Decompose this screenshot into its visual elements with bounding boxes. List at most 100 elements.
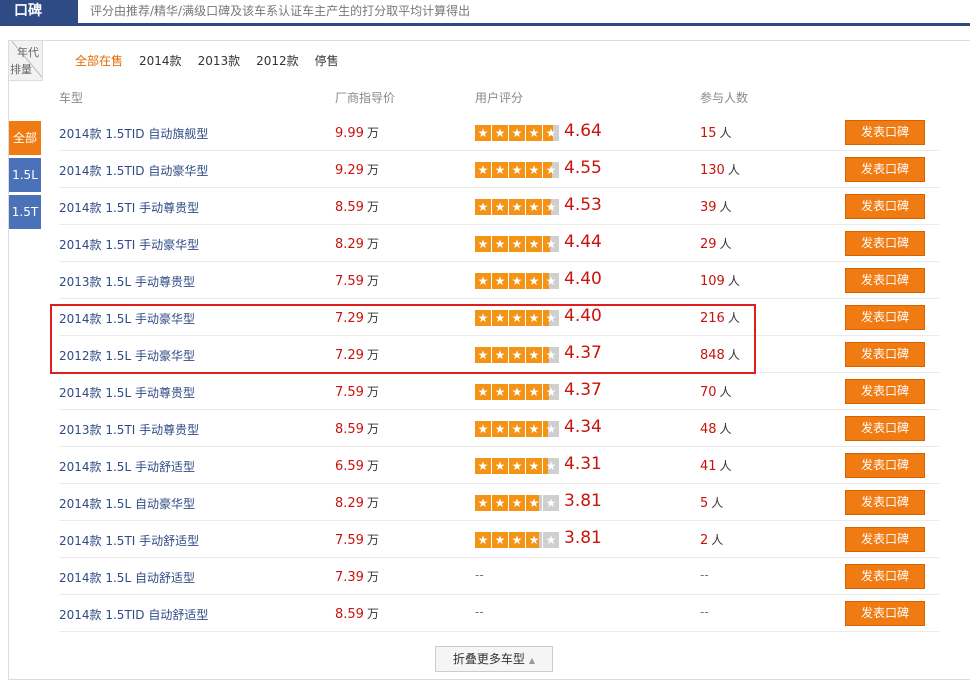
price-unit: 万 — [366, 126, 379, 140]
write-review-button[interactable]: 发表口碑 — [845, 342, 925, 367]
price: 8.29 万 — [335, 494, 379, 511]
model-name-link[interactable]: 2013款 1.5TI 手动尊贵型 — [59, 421, 199, 438]
year-tab[interactable]: 2013款 — [198, 51, 241, 71]
rating-stars: ★ ★ ★ ★ ★ — [475, 236, 560, 252]
model-name-link[interactable]: 2014款 1.5TID 自动旗舰型 — [59, 125, 208, 142]
write-review-button[interactable]: 发表口碑 — [845, 601, 925, 626]
price-unit: 万 — [366, 459, 379, 473]
rating-score: 4.55 — [564, 158, 602, 178]
model-name-link[interactable]: 2014款 1.5TID 自动舒适型 — [59, 606, 208, 623]
model-name-link[interactable]: 2014款 1.5L 手动豪华型 — [59, 310, 195, 327]
price: 7.59 万 — [335, 383, 379, 400]
star-icon: ★ — [492, 384, 508, 400]
rating-score: 4.40 — [564, 269, 602, 289]
rating-stars: ★ ★ ★ ★ ★ — [475, 162, 560, 178]
price: 7.59 万 — [335, 531, 379, 548]
price-value: 7.59 — [335, 385, 364, 400]
rating-stars: ★ ★ ★ ★ ★ — [475, 495, 560, 511]
price-unit: 万 — [366, 496, 379, 510]
star-icon: ★ — [475, 495, 491, 511]
star-icon: ★ — [543, 236, 559, 252]
write-review-button[interactable]: 发表口碑 — [845, 231, 925, 256]
displacement-tab[interactable]: 全部 — [9, 121, 41, 155]
model-name-link[interactable]: 2014款 1.5TID 自动豪华型 — [59, 162, 208, 179]
star-icon: ★ — [526, 162, 542, 178]
model-name-link[interactable]: 2014款 1.5L 自动舒适型 — [59, 569, 195, 586]
year-tab[interactable]: 2014款 — [139, 51, 182, 71]
count-value: 70 — [700, 385, 717, 400]
rating-stars: ★ ★ ★ ★ ★ — [475, 347, 560, 363]
write-review-button[interactable]: 发表口碑 — [845, 416, 925, 441]
participant-count: 2人 — [700, 531, 723, 548]
price: 8.59 万 — [335, 605, 379, 622]
model-name-link[interactable]: 2014款 1.5TI 手动豪华型 — [59, 236, 199, 253]
write-review-button[interactable]: 发表口碑 — [845, 305, 925, 330]
star-icon: ★ — [475, 532, 491, 548]
star-icon: ★ — [526, 310, 542, 326]
model-name-link[interactable]: 2014款 1.5L 手动尊贵型 — [59, 384, 195, 401]
star-icon: ★ — [543, 125, 559, 141]
count-value: 848 — [700, 348, 725, 363]
table-row: 2014款 1.5TI 手动舒适型 7.59 万 ★ ★ ★ ★ ★ 3.81 2 人发表口碑 — [59, 521, 939, 558]
write-review-button[interactable]: 发表口碑 — [845, 194, 925, 219]
participant-count: 48 人 — [700, 420, 732, 437]
star-icon: ★ — [526, 347, 542, 363]
rating-stars: ★ ★ ★ ★ ★ — [475, 384, 560, 400]
model-name-link[interactable]: 2014款 1.5TI 手动舒适型 — [59, 532, 199, 549]
rating-stars: ★ ★ ★ ★ ★ — [475, 532, 560, 548]
write-review-button[interactable]: 发表口碑 — [845, 157, 925, 182]
write-review-button[interactable]: 发表口碑 — [845, 120, 925, 145]
star-icon: ★ — [475, 125, 491, 141]
rating-score: 4.53 — [564, 195, 602, 215]
displacement-tab[interactable]: 1.5T — [9, 195, 41, 229]
count-value: 216 — [700, 311, 725, 326]
write-review-button[interactable]: 发表口碑 — [845, 453, 925, 478]
write-review-button[interactable]: 发表口碑 — [845, 268, 925, 293]
write-review-button[interactable]: 发表口碑 — [845, 527, 925, 552]
write-review-button[interactable]: 发表口碑 — [845, 564, 925, 589]
star-icon: ★ — [492, 199, 508, 215]
star-icon: ★ — [475, 310, 491, 326]
participant-count: 848 人 — [700, 346, 740, 363]
year-tab[interactable]: 停售 — [315, 51, 339, 71]
model-name-link[interactable]: 2014款 1.5TI 手动尊贵型 — [59, 199, 199, 216]
price-unit: 万 — [366, 385, 379, 399]
write-review-button[interactable]: 发表口碑 — [845, 379, 925, 404]
star-icon: ★ — [526, 273, 542, 289]
table-row: 2012款 1.5L 手动豪华型 7.29 万 ★ ★ ★ ★ ★ 4.37 848 人发表口碑 — [59, 336, 939, 373]
table-row: 2014款 1.5L 自动豪华型 8.29 万 ★ ★ ★ ★ ★ 3.81 5 人发表口碑 — [59, 484, 939, 521]
write-review-button[interactable]: 发表口碑 — [845, 490, 925, 515]
reviews-panel: 年代 排量 全部在售 2014款 2013款 2012款 停售 车型 厂商指导价 用户评… — [8, 40, 970, 680]
year-tab[interactable]: 全部在售 — [75, 51, 123, 71]
rating-score: 4.40 — [564, 306, 602, 326]
table-row: 2014款 1.5TID 自动舒适型 8.59 万 -- -- 发表口碑 — [59, 595, 939, 632]
price-value: 8.59 — [335, 422, 364, 437]
model-name-link[interactable]: 2013款 1.5L 手动尊贵型 — [59, 273, 195, 290]
count-unit: 人 — [727, 163, 740, 177]
star-icon: ★ — [492, 162, 508, 178]
count-value: 39 — [700, 200, 717, 215]
rating-stars: ★ ★ ★ ★ ★ — [475, 458, 560, 474]
model-name-link[interactable]: 2014款 1.5L 手动舒适型 — [59, 458, 195, 475]
table-row: 2014款 1.5TI 手动豪华型 8.29 万 ★ ★ ★ ★ ★ 4.44 29 人发表口碑 — [59, 225, 939, 262]
header-price: 厂商指导价 — [335, 91, 396, 105]
star-icon: ★ — [492, 125, 508, 141]
count-empty: -- — [700, 605, 709, 619]
count-unit: 人 — [727, 274, 740, 288]
model-name-link[interactable]: 2014款 1.5L 自动豪华型 — [59, 495, 195, 512]
price: 7.29 万 — [335, 346, 379, 363]
fold-more-models-button[interactable]: 折叠更多车型 ▲ — [435, 646, 553, 672]
model-table: 2014款 1.5TID 自动旗舰型 9.99 万 ★ ★ ★ ★ ★ 4.64 15 人发表口碑 2… — [59, 114, 939, 632]
star-icon: ★ — [526, 199, 542, 215]
star-icon: ★ — [543, 384, 559, 400]
price: 9.29 万 — [335, 161, 379, 178]
year-tab[interactable]: 2012款 — [256, 51, 299, 71]
model-name-link[interactable]: 2012款 1.5L 手动豪华型 — [59, 347, 195, 364]
price: 8.59 万 — [335, 198, 379, 215]
koubei-tab[interactable]: 口碑 — [0, 0, 78, 23]
displacement-tab[interactable]: 1.5L — [9, 158, 41, 192]
star-icon: ★ — [492, 495, 508, 511]
price-value: 9.99 — [335, 126, 364, 141]
participant-count: 29 人 — [700, 235, 732, 252]
star-icon: ★ — [526, 384, 542, 400]
